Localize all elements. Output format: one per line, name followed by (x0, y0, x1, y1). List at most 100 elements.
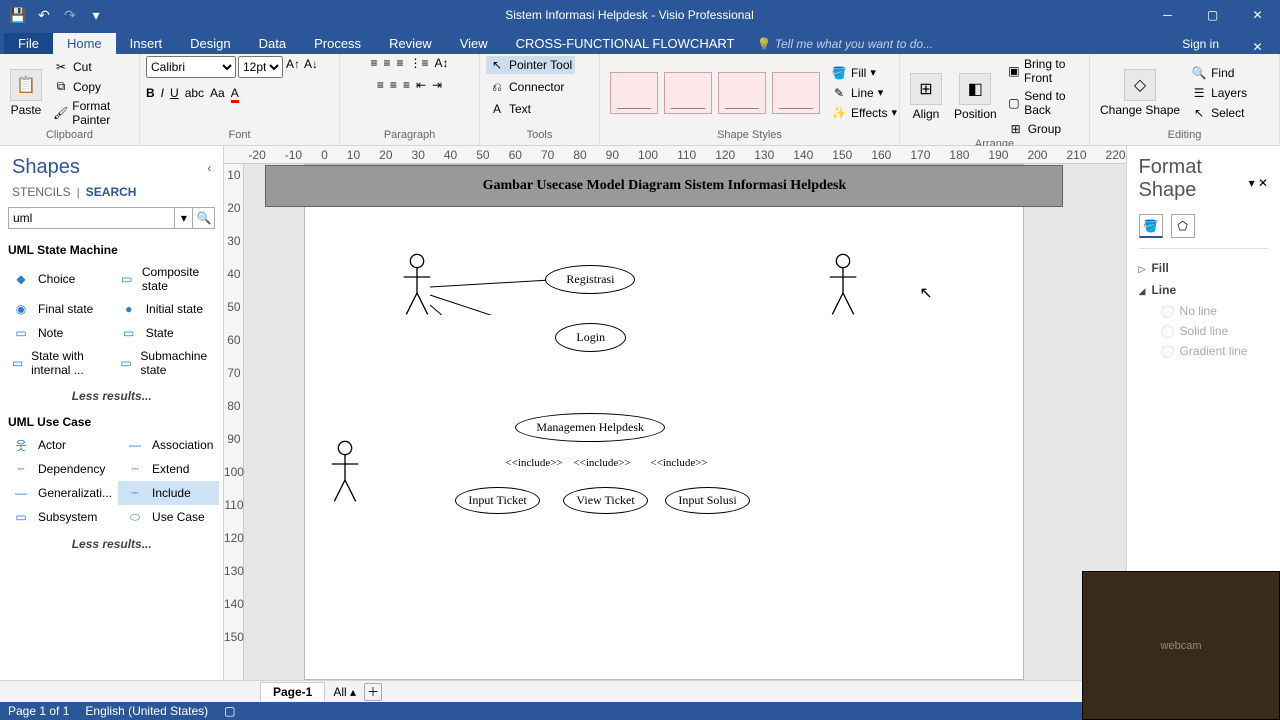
find-button[interactable]: 🔍Find (1188, 64, 1250, 82)
add-page-button[interactable]: ＋ (364, 683, 382, 701)
font-size-select[interactable]: 12pt (238, 56, 283, 78)
shapes-search-input[interactable] (8, 207, 175, 229)
tab-design[interactable]: Design (176, 33, 244, 54)
shape-item[interactable]: 웃Actor (4, 433, 118, 457)
align-left-icon[interactable]: ≡ (377, 78, 384, 92)
gradient-line-radio[interactable]: Gradient line (1139, 341, 1268, 361)
line-section[interactable]: Line (1139, 279, 1268, 301)
fill-line-tab-icon[interactable]: 🪣 (1139, 214, 1163, 238)
minimize-button[interactable]: ─ (1145, 0, 1190, 30)
search-mode[interactable]: SEARCH (86, 185, 137, 199)
align-right-icon[interactable]: ≡ (403, 78, 410, 92)
indent-dec-icon[interactable]: ⇤ (416, 78, 426, 92)
indent-inc-icon[interactable]: ⇥ (432, 78, 442, 92)
align-button[interactable]: ⊞Align (906, 71, 946, 123)
strike-icon[interactable]: abc (185, 86, 204, 103)
effects-button[interactable]: ✨Effects▾ (828, 104, 900, 122)
shapes-search-go-icon[interactable]: 🔍 (193, 207, 215, 229)
maximize-button[interactable]: ▢ (1190, 0, 1235, 30)
qat-customize-icon[interactable]: ▾ (84, 3, 108, 27)
page-tab-1[interactable]: Page-1 (260, 682, 325, 701)
shape-item[interactable]: ▭Submachine state (112, 345, 220, 381)
shape-item[interactable]: ┄Dependency (4, 457, 118, 481)
fill-button[interactable]: 🪣Fill▾ (828, 64, 900, 82)
actor-left-bottom[interactable] (329, 440, 361, 507)
copy-button[interactable]: ⧉Copy (50, 78, 133, 96)
shape-item[interactable]: ▭Composite state (112, 261, 220, 297)
font-color-icon[interactable]: A (231, 86, 239, 103)
case-icon[interactable]: Aa (210, 86, 225, 103)
shape-style-4[interactable] (772, 72, 820, 114)
tellme-input[interactable]: Tell me what you want to do... (748, 34, 1166, 54)
pointer-tool-button[interactable]: ↖Pointer Tool (486, 56, 575, 74)
undo-icon[interactable]: ↶ (32, 3, 56, 27)
usecase-mgmt[interactable]: Managemen Helpdesk (515, 413, 665, 442)
shapes-collapse-icon[interactable]: ‹ (207, 161, 211, 175)
usecase-view-ticket[interactable]: View Ticket (563, 487, 647, 514)
ribbon-close-icon[interactable]: ✕ (1235, 40, 1280, 54)
fill-section[interactable]: Fill (1139, 257, 1268, 279)
shape-item[interactable]: ◆Choice (4, 261, 112, 297)
redo-icon[interactable]: ↷ (58, 3, 82, 27)
cut-button[interactable]: ✂Cut (50, 58, 133, 76)
shape-item[interactable]: ▭Note (4, 321, 112, 345)
format-close-icon[interactable]: ✕ (1258, 176, 1268, 190)
macro-record-icon[interactable]: ▢ (224, 704, 235, 718)
tab-view[interactable]: View (446, 33, 502, 54)
tab-insert[interactable]: Insert (116, 33, 177, 54)
layers-button[interactable]: ☰Layers (1188, 84, 1250, 102)
tab-cff[interactable]: CROSS-FUNCTIONAL FLOWCHART (502, 33, 749, 54)
shape-item[interactable]: ┄Extend (118, 457, 219, 481)
status-language[interactable]: English (United States) (85, 704, 208, 718)
signin-link[interactable]: Sign in (1166, 34, 1235, 54)
format-painter-button[interactable]: 🖌Format Painter (50, 98, 133, 128)
less-results-1[interactable]: Less results... (0, 383, 223, 409)
all-pages-button[interactable]: All ▴ (333, 685, 356, 699)
shape-item[interactable]: ⬭Use Case (118, 505, 219, 529)
diagram-title[interactable]: Gambar Usecase Model Diagram Sistem Info… (265, 165, 1063, 207)
shape-item[interactable]: ▭State with internal ... (4, 345, 112, 381)
close-button[interactable]: ✕ (1235, 0, 1280, 30)
less-results-2[interactable]: Less results... (0, 531, 223, 557)
align-bot-icon[interactable]: ≡ (396, 56, 403, 70)
actor-right-top[interactable] (827, 253, 859, 320)
shape-item[interactable]: ▭Subsystem (4, 505, 118, 529)
save-icon[interactable]: 💾 (6, 3, 30, 27)
font-name-select[interactable]: Calibri (146, 56, 236, 78)
bring-front-button[interactable]: ▣Bring to Front (1005, 56, 1083, 86)
usecase-input-ticket[interactable]: Input Ticket (455, 487, 539, 514)
text-tool-button[interactable]: AText (486, 100, 534, 118)
drawing-page[interactable]: Gambar Usecase Model Diagram Sistem Info… (304, 164, 1024, 680)
underline-icon[interactable]: U (170, 86, 179, 103)
tab-file[interactable]: File (4, 33, 53, 54)
italic-icon[interactable]: I (161, 86, 164, 103)
change-shape-button[interactable]: ◇Change Shape (1096, 67, 1184, 119)
tab-process[interactable]: Process (300, 33, 375, 54)
effects-tab-icon[interactable]: ⬠ (1171, 214, 1195, 238)
stencils-mode[interactable]: STENCILS (12, 185, 71, 199)
position-button[interactable]: ◧Position (950, 71, 1001, 123)
shape-item[interactable]: ▭State (112, 321, 220, 345)
bullets-icon[interactable]: ⋮≡ (410, 56, 429, 70)
shape-style-3[interactable] (718, 72, 766, 114)
tab-home[interactable]: Home (53, 33, 116, 54)
align-mid-icon[interactable]: ≡ (383, 56, 390, 70)
shape-style-1[interactable] (610, 72, 658, 114)
select-button[interactable]: ↖Select (1188, 104, 1250, 122)
shape-item[interactable]: —Generalizati... (4, 481, 118, 505)
usecase-login[interactable]: Login (555, 323, 626, 352)
shape-item[interactable]: ┄Include (118, 481, 219, 505)
align-top-icon[interactable]: ≡ (370, 56, 377, 70)
shape-item[interactable]: —Association (118, 433, 219, 457)
usecase-input-solusi[interactable]: Input Solusi (665, 487, 749, 514)
align-center-icon[interactable]: ≡ (390, 78, 397, 92)
bold-icon[interactable]: B (146, 86, 155, 103)
shrink-font-icon[interactable]: A↓ (303, 56, 319, 72)
send-back-button[interactable]: ▢Send to Back (1005, 88, 1083, 118)
tab-review[interactable]: Review (375, 33, 446, 54)
shape-style-2[interactable] (664, 72, 712, 114)
connector-tool-button[interactable]: ⎌Connector (486, 78, 567, 96)
grow-font-icon[interactable]: A↑ (285, 56, 301, 72)
text-dir-icon[interactable]: A↕ (435, 56, 449, 70)
no-line-radio[interactable]: No line (1139, 301, 1268, 321)
